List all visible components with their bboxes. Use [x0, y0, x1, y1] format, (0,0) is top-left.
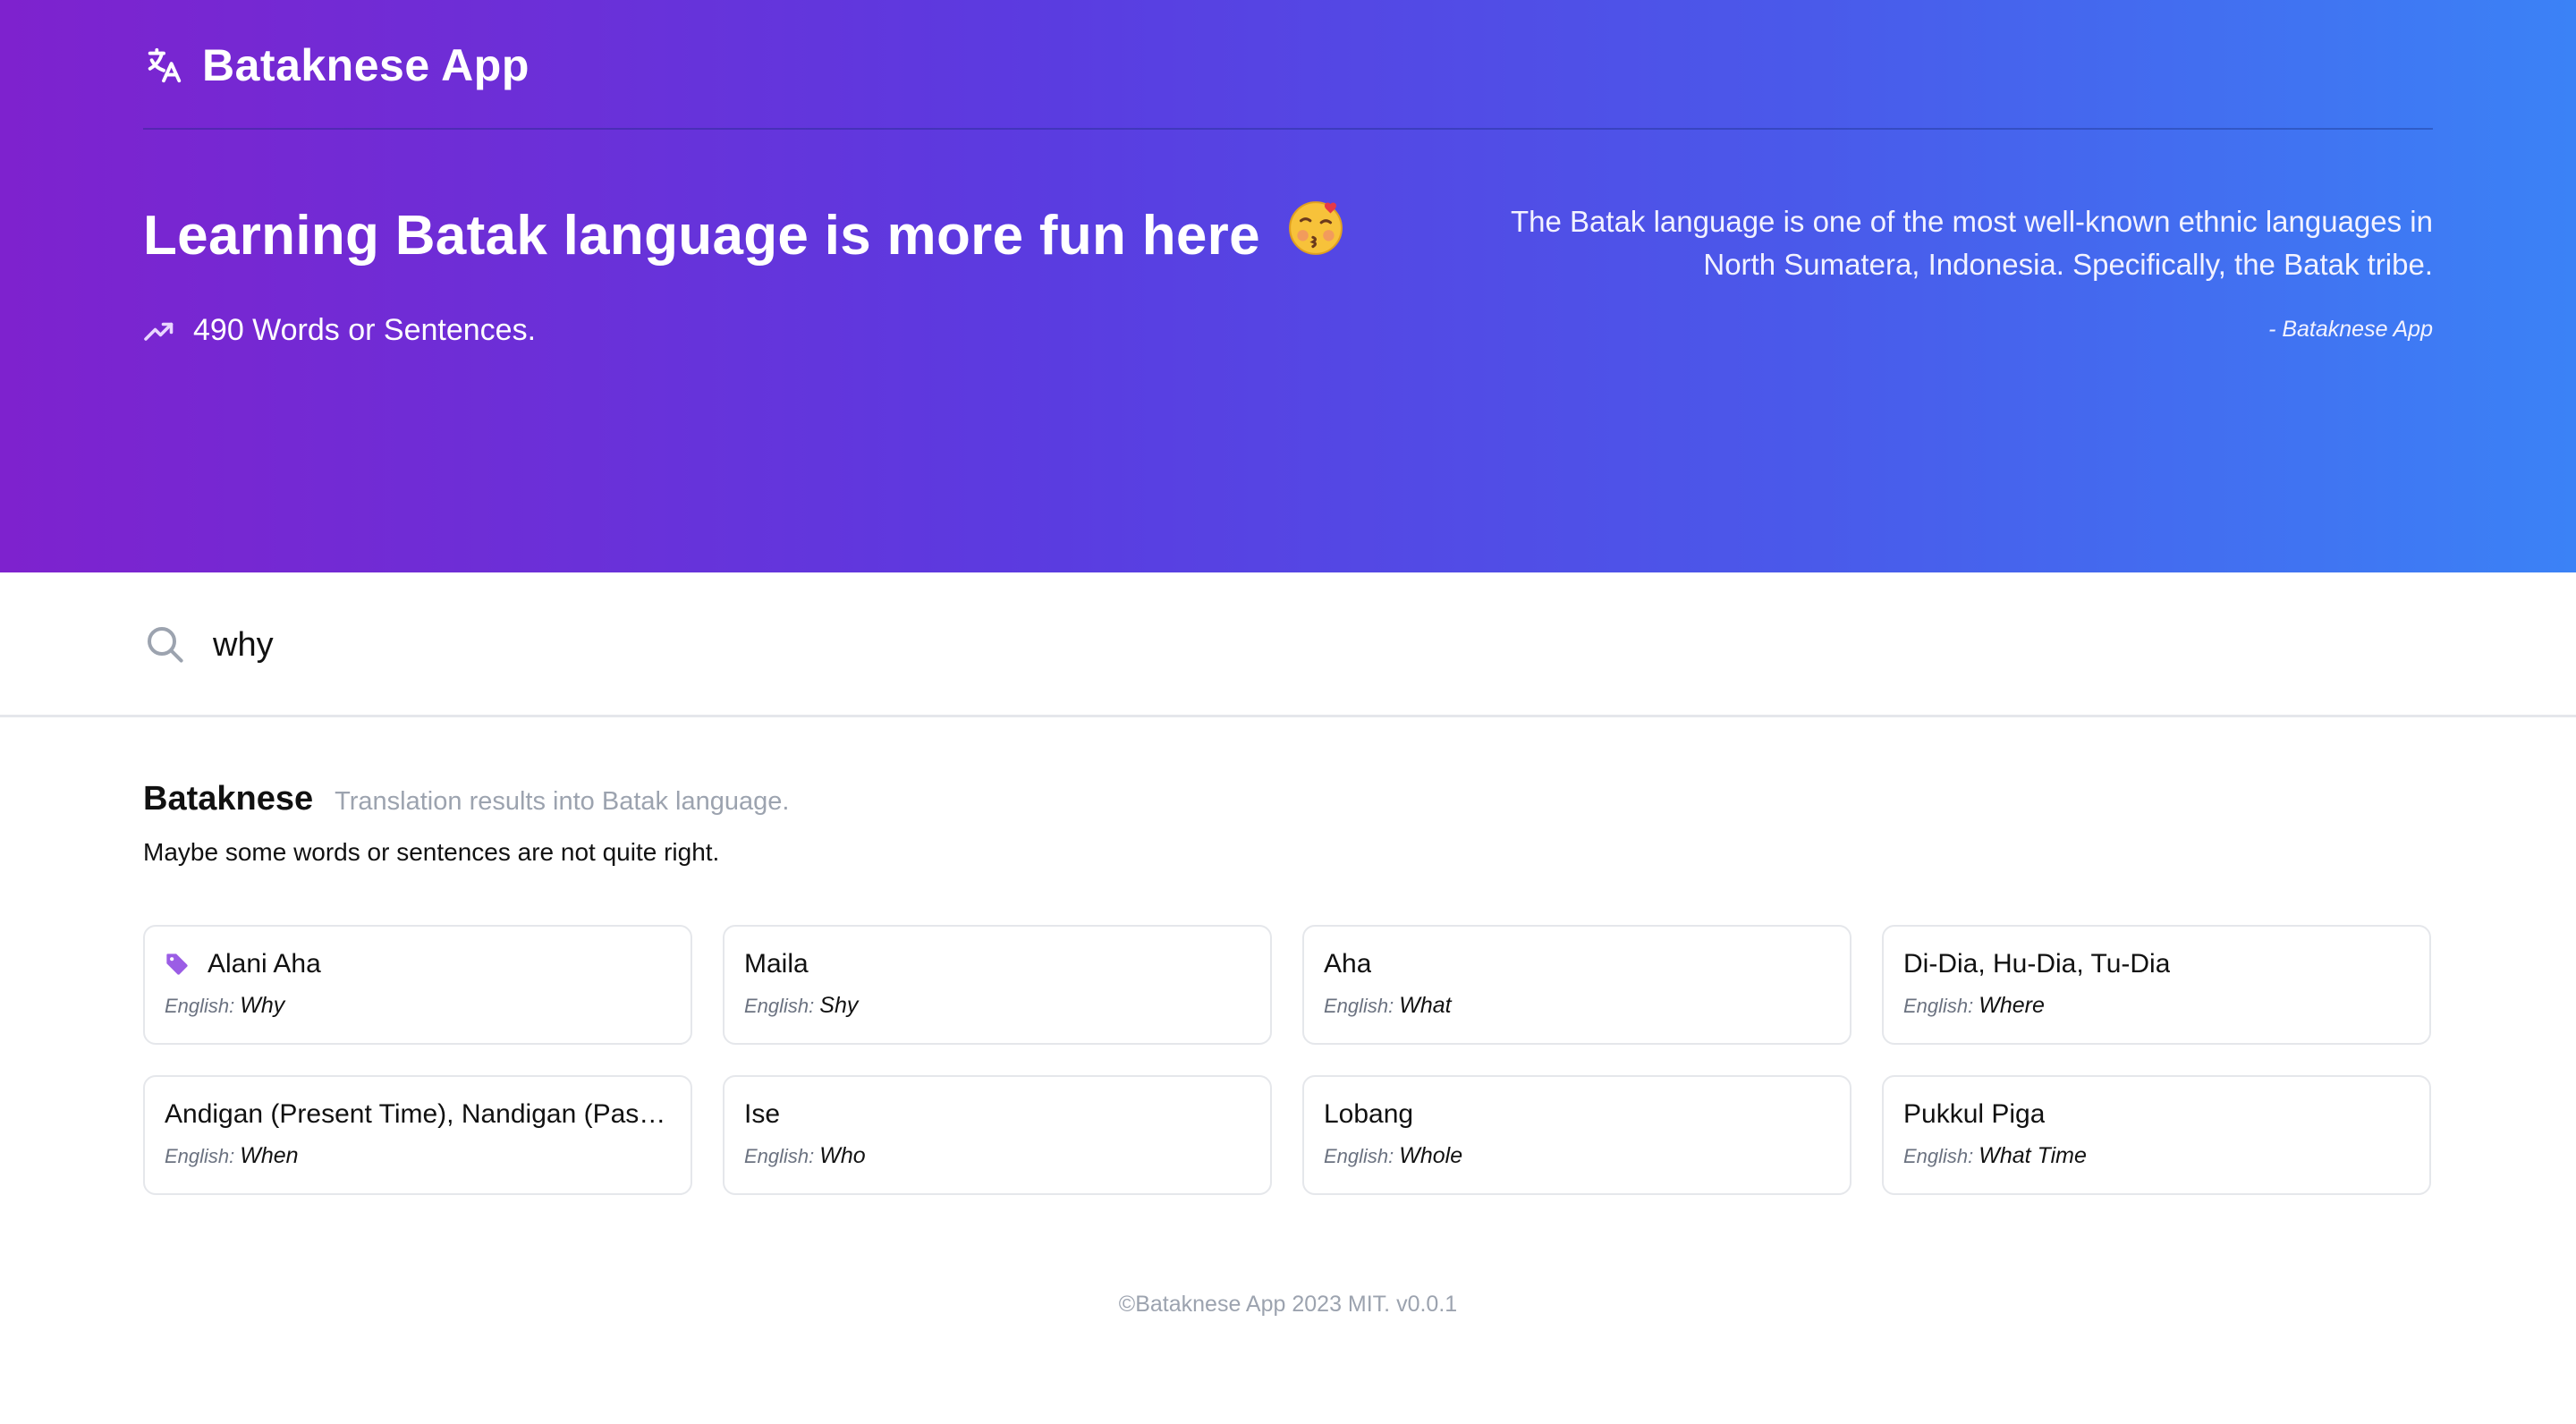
- card-english: English: When: [165, 1143, 671, 1169]
- english-label: English:: [1903, 1145, 1974, 1167]
- card-title-row: Andigan (Present Time), Nandigan (Past T…: [165, 1097, 671, 1132]
- search-bar: [0, 572, 2576, 717]
- card-english: English: What Time: [1903, 1143, 2410, 1169]
- hero-title: Learning Batak language is more fun here: [143, 201, 1345, 271]
- result-card[interactable]: Lobang English: Whole: [1302, 1075, 1852, 1195]
- english-value: Who: [819, 1143, 866, 1168]
- card-batak-text: Andigan (Present Time), Nandigan (Past T…: [165, 1099, 671, 1129]
- english-value: Why: [240, 993, 285, 1018]
- result-card[interactable]: Pukkul Piga English: What Time: [1882, 1075, 2431, 1195]
- hero-title-text: Learning Batak language is more fun here: [143, 205, 1260, 267]
- card-title-row: Ise: [744, 1097, 1250, 1132]
- results-note: Maybe some words or sentences are not qu…: [143, 838, 720, 866]
- card-title-row: Aha: [1324, 946, 1830, 982]
- card-batak-text: Maila: [744, 949, 809, 979]
- english-value: What Time: [1979, 1143, 2087, 1168]
- result-card[interactable]: Ise English: Who: [723, 1075, 1272, 1195]
- english-value: Whole: [1399, 1143, 1463, 1168]
- card-batak-text: Alani Aha: [208, 949, 321, 979]
- search-input[interactable]: [213, 615, 2360, 674]
- results-title: Bataknese: [143, 780, 314, 818]
- english-label: English:: [1324, 995, 1394, 1017]
- tag-icon: [165, 952, 190, 977]
- results-header: Bataknese Translation results into Batak…: [143, 780, 2433, 818]
- nav-divider: [143, 128, 2433, 130]
- hero-quote: The Batak language is one of the most we…: [1511, 205, 2433, 281]
- english-value: Where: [1979, 993, 2045, 1018]
- card-english: English: Who: [744, 1143, 1250, 1169]
- card-batak-text: Pukkul Piga: [1903, 1099, 2046, 1129]
- english-label: English:: [1903, 995, 1974, 1017]
- card-title-row: Alani Aha: [165, 946, 671, 982]
- result-card[interactable]: Alani Aha English: Why: [143, 925, 692, 1045]
- translate-icon: [143, 45, 184, 86]
- english-label: English:: [744, 995, 815, 1017]
- card-batak-text: Aha: [1324, 949, 1372, 979]
- word-count-text: 490 Words or Sentences.: [193, 313, 537, 347]
- english-label: English:: [1324, 1145, 1394, 1167]
- card-english: English: Whole: [1324, 1143, 1830, 1169]
- card-batak-text: Ise: [744, 1099, 781, 1129]
- card-batak-text: Lobang: [1324, 1099, 1414, 1129]
- app-name[interactable]: Bataknese App: [202, 39, 530, 91]
- hero-header: Bataknese App Learning Batak language is…: [0, 0, 2576, 572]
- result-card[interactable]: Andigan (Present Time), Nandigan (Past T…: [143, 1075, 692, 1195]
- card-english: English: Why: [165, 993, 671, 1019]
- card-title-row: Maila: [744, 946, 1250, 982]
- english-label: English:: [165, 1145, 235, 1167]
- card-batak-text: Di-Dia, Hu-Dia, Tu-Dia: [1903, 949, 2171, 979]
- card-title-row: Di-Dia, Hu-Dia, Tu-Dia: [1903, 946, 2410, 982]
- trending-up-icon: [143, 315, 175, 347]
- card-english: English: Shy: [744, 993, 1250, 1019]
- result-card[interactable]: Di-Dia, Hu-Dia, Tu-Dia English: Where: [1882, 925, 2431, 1045]
- navbar: Bataknese App: [143, 36, 530, 95]
- results-grid: Alani Aha English: Why Maila English: Shy …: [143, 925, 2433, 1195]
- english-value: When: [240, 1143, 299, 1168]
- english-value: What: [1399, 993, 1452, 1018]
- kissing-face-emoji: [1286, 199, 1345, 271]
- result-card[interactable]: Maila English: Shy: [723, 925, 1272, 1045]
- word-count-stat: 490 Words or Sentences.: [143, 313, 536, 348]
- search-icon: [143, 623, 186, 665]
- results-subtitle: Translation results into Batak language.: [335, 787, 790, 816]
- english-label: English:: [744, 1145, 815, 1167]
- card-english: English: What: [1324, 993, 1830, 1019]
- card-title-row: Pukkul Piga: [1903, 1097, 2410, 1132]
- results-section: Bataknese Translation results into Batak…: [143, 780, 2433, 867]
- card-title-row: Lobang: [1324, 1097, 1830, 1132]
- english-value: Shy: [819, 993, 859, 1018]
- footer: ©Bataknese App 2023 MIT. v0.0.1: [1118, 1292, 1458, 1317]
- quote-author: - Bataknese App: [2268, 317, 2433, 342]
- english-label: English:: [165, 995, 235, 1017]
- result-card[interactable]: Aha English: What: [1302, 925, 1852, 1045]
- card-english: English: Where: [1903, 993, 2410, 1019]
